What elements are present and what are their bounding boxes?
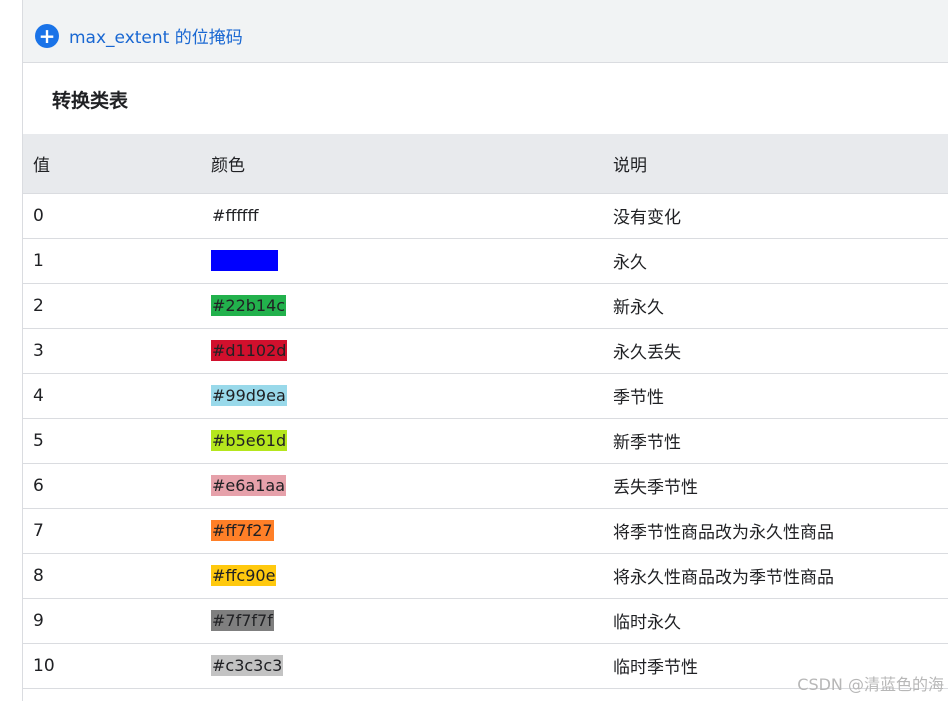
cell-value: 0 [23,193,201,239]
cell-description: 季节性 [603,373,948,419]
cell-color: #e6a1aa [201,463,603,509]
cell-description: 新季节性 [603,418,948,464]
color-swatch: #99d9ea [211,384,287,406]
cell-value: 7 [23,508,201,554]
cell-color: #0000ff [201,238,603,284]
cell-color: #d1102d [201,328,603,374]
color-swatch: #ffc90e [211,564,277,586]
table-row: 4 #99d9ea 季节性 [23,373,948,419]
section-title: 转换类表 [52,90,129,112]
cell-description: 临时永久 [603,598,948,644]
transition-class-table: 值 颜色 说明 0 #ffffff 没有变化 1 #0000ff 永久 2 #22b14c 新永… [23,134,948,689]
expand-bitmask-toggle[interactable]: + max_extent 的位掩码 [35,23,243,48]
watermark: CSDN @清蓝色的海 [797,675,944,694]
cell-value: 10 [23,643,201,689]
cell-value: 1 [23,238,201,284]
expand-label: max_extent 的位掩码 [69,28,243,48]
cell-value: 5 [23,418,201,464]
table-row: 3 #d1102d 永久丢失 [23,328,948,374]
cell-value: 8 [23,553,201,599]
header-description: 说明 [603,134,948,194]
cell-description: 永久丢失 [603,328,948,374]
table-row: 2 #22b14c 新永久 [23,283,948,329]
table-row: 1 #0000ff 永久 [23,238,948,284]
header-color: 颜色 [201,134,603,194]
color-swatch: #c3c3c3 [211,654,284,676]
cell-color: #b5e61d [201,418,603,464]
cell-description: 没有变化 [603,193,948,239]
header-value: 值 [23,134,201,194]
cell-description: 将季节性商品改为永久性商品 [603,508,948,554]
cell-description: 丢失季节性 [603,463,948,509]
table-row: 6 #e6a1aa 丢失季节性 [23,463,948,509]
cell-color: #7f7f7f [201,598,603,644]
color-swatch: #7f7f7f [211,609,274,631]
cell-description: 永久 [603,238,948,284]
cell-color: #ffffff [201,193,603,239]
table-row: 9 #7f7f7f 临时永久 [23,598,948,644]
color-swatch: #b5e61d [211,429,288,451]
table-row: 0 #ffffff 没有变化 [23,193,948,239]
table-row: 5 #b5e61d 新季节性 [23,418,948,464]
cell-color: #99d9ea [201,373,603,419]
plus-circle-icon: + [35,23,59,48]
cell-color: #ffc90e [201,553,603,599]
cell-color: #ff7f27 [201,508,603,554]
cell-value: 9 [23,598,201,644]
table-row: 8 #ffc90e 将永久性商品改为季节性商品 [23,553,948,599]
cell-value: 2 [23,283,201,329]
cell-value: 3 [23,328,201,374]
color-swatch: #ffffff [211,204,260,226]
cell-value: 6 [23,463,201,509]
color-swatch: #0000ff [211,249,279,271]
color-swatch: #ff7f27 [211,519,274,541]
table-row: 7 #ff7f27 将季节性商品改为永久性商品 [23,508,948,554]
color-swatch: #22b14c [211,294,287,316]
cell-description: 将永久性商品改为季节性商品 [603,553,948,599]
cell-value: 4 [23,373,201,419]
color-swatch: #e6a1aa [211,474,287,496]
cell-color: #22b14c [201,283,603,329]
color-swatch: #d1102d [211,339,288,361]
cell-color: #c3c3c3 [201,643,603,689]
expandable-header: + max_extent 的位掩码 [23,0,948,63]
table-header-row: 值 颜色 说明 [23,134,948,194]
cell-description: 新永久 [603,283,948,329]
